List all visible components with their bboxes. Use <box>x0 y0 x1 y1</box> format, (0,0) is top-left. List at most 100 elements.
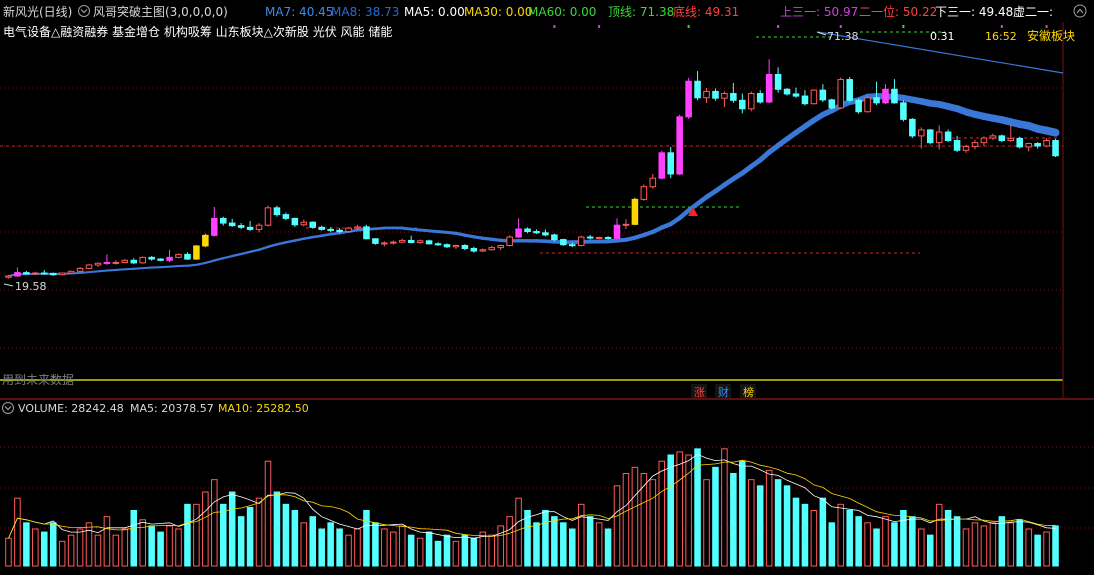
volume-bar <box>489 535 495 566</box>
volume-bars-layer <box>6 449 1059 566</box>
volume-menu-button[interactable] <box>3 403 14 414</box>
volume-bar <box>534 523 540 566</box>
candle-body <box>95 263 101 265</box>
signal-dot <box>1046 25 1048 28</box>
lower3-value: 下三一: 49.48 <box>935 5 1013 19</box>
volume-bar <box>748 480 754 566</box>
candle-body <box>310 222 316 227</box>
ma-ribbon-segment <box>205 261 214 263</box>
volume-bar <box>695 449 701 566</box>
volume-bar <box>927 535 933 566</box>
volume-bar <box>122 529 128 566</box>
candle-body <box>220 218 226 223</box>
chevron-down-icon[interactable] <box>79 6 90 17</box>
volume-bar <box>901 511 907 567</box>
candle-body <box>731 94 737 101</box>
candle-body <box>399 240 405 242</box>
candle-body <box>1008 138 1014 140</box>
candle-body <box>444 245 450 247</box>
volume-bar <box>444 535 450 566</box>
volume-bar <box>104 517 110 566</box>
volume-bar <box>910 517 916 566</box>
ma-ribbon-segment <box>80 272 89 273</box>
candle-body <box>650 178 656 186</box>
candle-body <box>86 265 92 268</box>
price-low-label: 19.58 <box>15 280 47 293</box>
volume-bar <box>256 498 262 566</box>
volume-bar <box>417 538 423 566</box>
volume-bar <box>382 529 388 566</box>
volume-bar <box>220 504 226 566</box>
volume-bar <box>569 529 575 566</box>
candle-body <box>757 94 763 102</box>
candle-body <box>346 228 352 231</box>
concept-tags: 电气设备△融资融券 基金增仓 机构吸筹 山东板块△次新股 光伏 风能 储能 <box>3 24 392 39</box>
volume-bar <box>337 529 343 566</box>
volume-bar <box>999 517 1005 566</box>
candle-body <box>382 243 388 244</box>
candle-body <box>33 273 39 274</box>
volume-bar <box>399 526 405 566</box>
chevron-down-icon[interactable] <box>3 403 14 414</box>
volume-bar <box>677 452 683 566</box>
stock-chart-window: 新风光(日线) 风哥突破主图(3,0,0,0,0) MA7: 40.45 MA8… <box>0 0 1094 572</box>
candle-body <box>561 240 567 245</box>
candle-body <box>1044 141 1050 147</box>
ma-ribbon-segment <box>1047 131 1056 133</box>
signal-dots-layer <box>553 25 1047 28</box>
candle-body <box>355 227 361 228</box>
ma-ribbon-segment <box>250 250 259 252</box>
candle-body <box>578 237 584 245</box>
volume-bar <box>793 498 799 566</box>
candle-body <box>408 240 414 242</box>
candle-body <box>945 132 951 140</box>
candle-body <box>659 153 665 178</box>
candles-layer <box>6 59 1059 278</box>
volume-bar <box>113 535 119 566</box>
candle-body <box>498 246 504 248</box>
candle-body <box>668 153 674 174</box>
candle-body <box>229 223 235 226</box>
ma-ribbon-segment <box>331 233 340 234</box>
time-label: 16:52 <box>985 30 1017 43</box>
candlestick-chart: 新风光(日线) 风哥突破主图(3,0,0,0,0) MA7: 40.45 MA8… <box>0 0 1094 572</box>
ma-ribbon-segment <box>277 242 286 244</box>
volume-bar <box>847 511 853 567</box>
volume-bar <box>167 526 173 566</box>
ma-ribbon-segment <box>232 254 241 256</box>
indicator-menu-button[interactable] <box>79 6 90 17</box>
collapse-button[interactable] <box>1074 5 1086 17</box>
moving-average-ribbon <box>8 96 1055 276</box>
volume-bar <box>552 517 558 566</box>
volume-bar <box>453 541 459 566</box>
chevron-up-icon[interactable] <box>1074 5 1086 17</box>
volume-bar <box>194 504 200 566</box>
candle-body <box>301 222 307 225</box>
second-value: 二一位: 50.22 <box>859 4 937 19</box>
candle-body <box>793 94 799 96</box>
volume-bar <box>471 538 477 566</box>
volume-bar <box>722 449 728 566</box>
candle-body <box>167 257 173 260</box>
zhang-button-label: 涨 <box>694 386 705 399</box>
ma-ribbon-segment <box>89 271 98 272</box>
candle-body <box>525 229 531 232</box>
candle-body <box>6 276 12 277</box>
volume-bar <box>516 498 522 566</box>
candle-body <box>748 94 754 109</box>
candle-body <box>176 254 182 257</box>
volume-bar <box>283 504 289 566</box>
candle-body <box>865 98 871 112</box>
ma60-value: MA60: 0.00 <box>528 5 596 19</box>
volume-bar <box>605 529 611 566</box>
volume-bar <box>874 529 880 566</box>
volume-bar <box>391 532 397 566</box>
candle-body <box>274 208 280 215</box>
ma8-value: MA8: 38.73 <box>331 5 399 19</box>
candle-body <box>587 237 593 238</box>
candle-body <box>856 100 862 111</box>
volume-bar <box>802 504 808 566</box>
candle-body <box>704 91 710 97</box>
price-high-label: 71.38 <box>827 30 859 43</box>
candle-body <box>740 100 746 108</box>
